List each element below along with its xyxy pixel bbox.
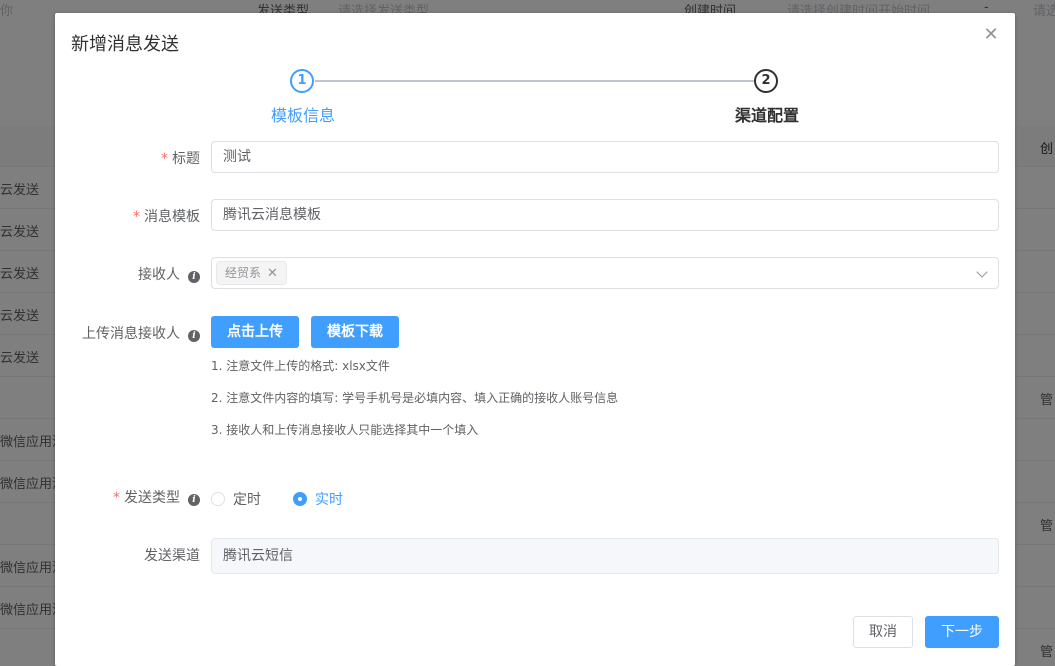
info-icon[interactable]: i xyxy=(188,271,200,283)
info-icon[interactable]: i xyxy=(188,494,200,506)
close-icon[interactable]: ✕ xyxy=(981,25,1001,45)
radio-icon xyxy=(211,492,225,506)
title-input[interactable]: 测试 xyxy=(211,141,999,173)
step-1-title: 模板信息 xyxy=(271,106,336,125)
channel-label: 发送渠道 xyxy=(144,548,200,564)
step-connector xyxy=(315,80,754,82)
send-type-radio-realtime[interactable]: 实时 xyxy=(293,489,343,508)
tag-close-icon[interactable]: ✕ xyxy=(267,266,278,281)
upload-hint: 1. 注意文件上传的格式: xlsx文件 xyxy=(211,359,390,373)
add-message-dialog: 新增消息发送 ✕ 1 2 模板信息 渠道配置 * 标题 测试 * 消息模板 腾讯云消… xyxy=(55,13,1015,666)
step-1-circle: 1 xyxy=(290,69,314,93)
step-2-circle: 2 xyxy=(754,69,778,93)
upload-label: 上传消息接收人 i xyxy=(82,323,200,343)
channel-input: 腾讯云短信 xyxy=(211,538,999,574)
cancel-button[interactable]: 取消 xyxy=(853,616,913,648)
template-input[interactable]: 腾讯云消息模板 xyxy=(211,199,999,231)
upload-hint: 3. 接收人和上传消息接收人只能选择其中一个填入 xyxy=(211,423,479,437)
receiver-tag: 经贸系 ✕ xyxy=(216,261,287,285)
template-download-button[interactable]: 模板下载 xyxy=(311,316,399,348)
receiver-select[interactable]: 经贸系 ✕ xyxy=(211,257,999,289)
dialog-title: 新增消息发送 xyxy=(71,34,179,55)
upload-hint: 2. 注意文件内容的填写: 学号手机号是必填内容、填入正确的接收人账号信息 xyxy=(211,391,619,405)
title-label: * 标题 xyxy=(161,151,200,167)
next-step-button[interactable]: 下一步 xyxy=(925,616,999,648)
upload-button[interactable]: 点击上传 xyxy=(211,316,299,348)
radio-checked-icon xyxy=(293,492,307,506)
chevron-down-icon[interactable] xyxy=(976,266,988,278)
info-icon[interactable]: i xyxy=(188,330,200,342)
send-type-radio-scheduled[interactable]: 定时 xyxy=(211,489,261,508)
send-type-label: * 发送类型 i xyxy=(113,487,200,507)
step-2-title: 渠道配置 xyxy=(735,106,800,125)
receiver-label: 接收人 i xyxy=(138,264,200,284)
template-label: * 消息模板 xyxy=(133,209,200,225)
